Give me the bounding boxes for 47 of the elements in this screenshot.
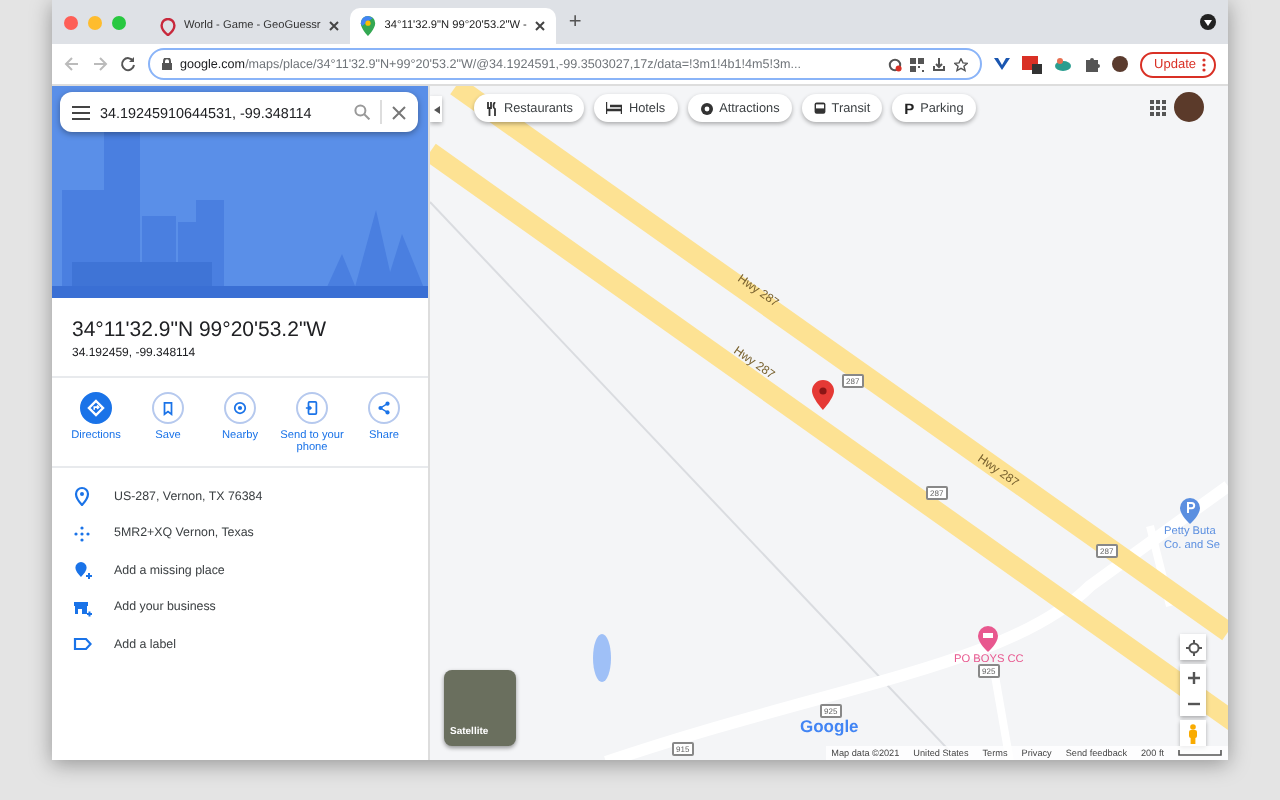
extension-v-icon[interactable] — [994, 56, 1011, 72]
avatar[interactable] — [1112, 56, 1129, 72]
parking-pin-icon — [1180, 498, 1200, 524]
pin-icon — [72, 486, 92, 506]
place-title: 34°11'32.9"N 99°20'53.2"W — [72, 318, 329, 342]
scale-bar-icon — [1178, 750, 1222, 756]
close-icon[interactable] — [392, 105, 406, 119]
apps-grid-icon[interactable] — [1150, 100, 1166, 116]
zoom-out-button[interactable] — [1180, 690, 1206, 716]
dots-icon — [72, 523, 92, 543]
my-location-button[interactable] — [1180, 634, 1206, 660]
map-pin-icon — [160, 17, 176, 35]
location-blocked-icon[interactable] — [888, 57, 903, 71]
bed-icon — [606, 102, 623, 114]
google-logo: Google — [800, 716, 859, 736]
crosshair-icon — [1185, 639, 1201, 655]
minus-icon — [1187, 697, 1199, 709]
new-tab-button[interactable]: + — [568, 10, 582, 34]
extension-bird-icon[interactable] — [1054, 56, 1073, 72]
star-icon[interactable] — [954, 57, 969, 71]
caret-icon — [1204, 19, 1212, 25]
camera-icon — [699, 101, 714, 115]
storefront-plus-icon — [72, 597, 92, 617]
bus-icon — [813, 101, 826, 115]
search-icon[interactable] — [354, 104, 370, 120]
zoom-in-button[interactable] — [1180, 664, 1206, 690]
pin-plus-icon — [72, 560, 92, 580]
menu-icon[interactable] — [72, 105, 90, 119]
pegman-icon — [1188, 723, 1198, 743]
lock-icon — [162, 58, 172, 70]
map-pin-icon — [360, 16, 377, 36]
plus-icon — [1187, 671, 1199, 683]
calendar-badge-icon[interactable] — [1022, 55, 1043, 73]
profile-menu-button[interactable] — [1200, 14, 1216, 30]
pond-shape — [593, 634, 611, 682]
label-icon — [72, 634, 92, 654]
puzzle-icon[interactable] — [1084, 56, 1101, 72]
close-icon[interactable] — [328, 20, 341, 32]
qr-code-icon[interactable] — [910, 57, 925, 71]
close-icon[interactable] — [534, 20, 547, 32]
install-icon[interactable] — [932, 57, 947, 71]
reload-icon[interactable] — [120, 56, 136, 72]
location-pin-icon — [812, 380, 834, 410]
collapse-panel-button[interactable] — [430, 96, 442, 122]
bar-pin-icon — [978, 626, 999, 652]
cutlery-icon — [486, 101, 498, 115]
avatar[interactable] — [1174, 92, 1204, 122]
